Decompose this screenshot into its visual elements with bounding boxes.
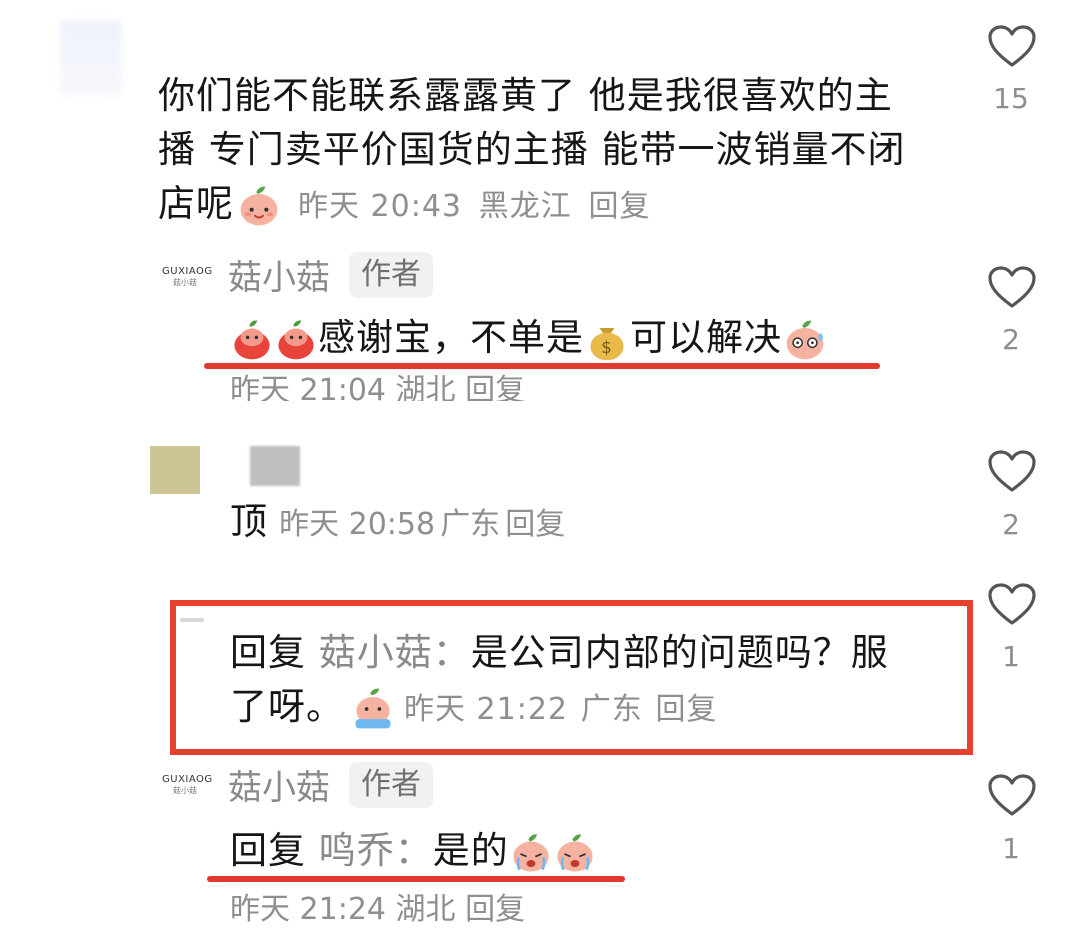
reply-text: 回复 鸣乔：是的 (230, 824, 597, 878)
like-count: 1 (1002, 640, 1020, 673)
heart-icon[interactable] (987, 265, 1037, 309)
reply-text: 回复 菇小菇：是公司内部的问题吗？服 了呀。 昨天 21:22 广东 回复 (230, 626, 950, 737)
reply-line-1: 回复 菇小菇：是公司内部的问题吗？服 (230, 626, 950, 680)
logo-text: GUXIAOG (162, 266, 213, 277)
red-underline-annotation (207, 876, 625, 882)
reply-time: 昨天 20:58 (279, 507, 436, 542)
author-tag: 作者 (349, 252, 433, 298)
reply-line-2: 了呀。 昨天 21:22 广东 回复 (230, 680, 950, 737)
small-avatar-stub (180, 618, 204, 622)
comment-location: 黑龙江 (478, 189, 572, 224)
like-count: 2 (1002, 323, 1020, 356)
reply-text-line1: 是公司内部的问题吗？服 (470, 631, 889, 674)
peach-tears-emoji (350, 686, 396, 732)
reply-location: 湖北 (395, 892, 456, 924)
commenter-avatar-blurred[interactable] (60, 20, 122, 96)
reply-target-user[interactable]: 菇小菇： (319, 631, 471, 674)
heart-icon[interactable] (987, 449, 1037, 493)
logo-subtext: 菇小菇 (173, 786, 197, 795)
comment-text: 你们能不能联系露露黄了 他是我很喜欢的主 播 专门卖平价国货的主播 能带一波销量… (158, 69, 958, 234)
reply-time: 昨天 21:22 (404, 692, 568, 727)
reply-time: 昨天 21:24 (230, 892, 386, 924)
author-avatar-logo[interactable]: GUXIAOG 菇小菇 (162, 266, 213, 288)
heart-icon[interactable] (987, 773, 1037, 817)
peach-cry-emoji (553, 831, 597, 875)
author-name[interactable]: 菇小菇 (228, 760, 330, 809)
author-avatar-logo[interactable]: GUXIAOG 菇小菇 (162, 774, 213, 796)
comment-line-3: 店呢 昨天 20:43 黑龙江 回复 (158, 177, 958, 234)
reply-prefix: 回复 (230, 829, 306, 872)
author-name[interactable]: 菇小菇 (228, 250, 330, 299)
comment-time: 昨天 20:43 (298, 189, 462, 224)
heart-icon[interactable] (987, 582, 1037, 626)
reply-button[interactable]: 回复 (656, 692, 718, 727)
peach-cry-emoji (509, 831, 553, 875)
reply-button[interactable]: 回复 (505, 507, 565, 542)
replier-avatar-blurred[interactable] (150, 446, 200, 494)
comment-line-1: 你们能不能联系露露黄了 他是我很喜欢的主 (158, 74, 893, 117)
reply-meta: 昨天 21:04 湖北 回复 (230, 365, 525, 401)
reply-button[interactable]: 回复 (465, 892, 525, 924)
heart-icon[interactable] (987, 24, 1037, 68)
reply-meta: 昨天 21:24 湖北 回复 (230, 884, 525, 924)
comment-line-3-text: 店呢 (158, 182, 234, 225)
peach-red-emoji (230, 318, 274, 362)
reply-target-user[interactable]: 鸣乔： (319, 829, 433, 872)
reply-location: 湖北 (395, 373, 456, 401)
reply-text-part1: 感谢宝，不单是 (318, 316, 584, 359)
reply-text-part2: 可以解决 (630, 316, 782, 359)
like-count: 1 (1002, 832, 1020, 865)
reply-text-main: 是的 (432, 829, 509, 872)
like-count: 2 (1002, 508, 1020, 541)
logo-text: GUXIAOG (162, 774, 213, 785)
comment-line-2: 播 专门卖平价国货的主播 能带一波销量不闭 (158, 128, 906, 171)
reply-button[interactable]: 回复 (465, 373, 525, 401)
peach-smile-emoji (236, 183, 282, 229)
replier-name-blurred[interactable] (250, 446, 300, 486)
author-tag: 作者 (349, 762, 433, 808)
reply-location: 广东 (440, 507, 501, 542)
reply-prefix: 回复 (230, 631, 306, 674)
peach-glasses-emoji (782, 317, 828, 363)
reply-button[interactable]: 回复 (589, 189, 651, 224)
reply-location: 广东 (580, 692, 643, 727)
reply-text: 感谢宝，不单是 可以解决 (230, 311, 828, 365)
reply-text-line2: 了呀。 (230, 685, 344, 728)
moneybag-emoji (584, 317, 630, 363)
reply-row: 顶 昨天 20:58 广东 回复 (230, 495, 565, 549)
like-count: 15 (993, 82, 1029, 115)
reply-time: 昨天 21:04 (230, 373, 386, 401)
logo-subtext: 菇小菇 (173, 278, 197, 287)
peach-red-emoji (274, 318, 318, 362)
reply-text: 顶 (230, 500, 268, 543)
